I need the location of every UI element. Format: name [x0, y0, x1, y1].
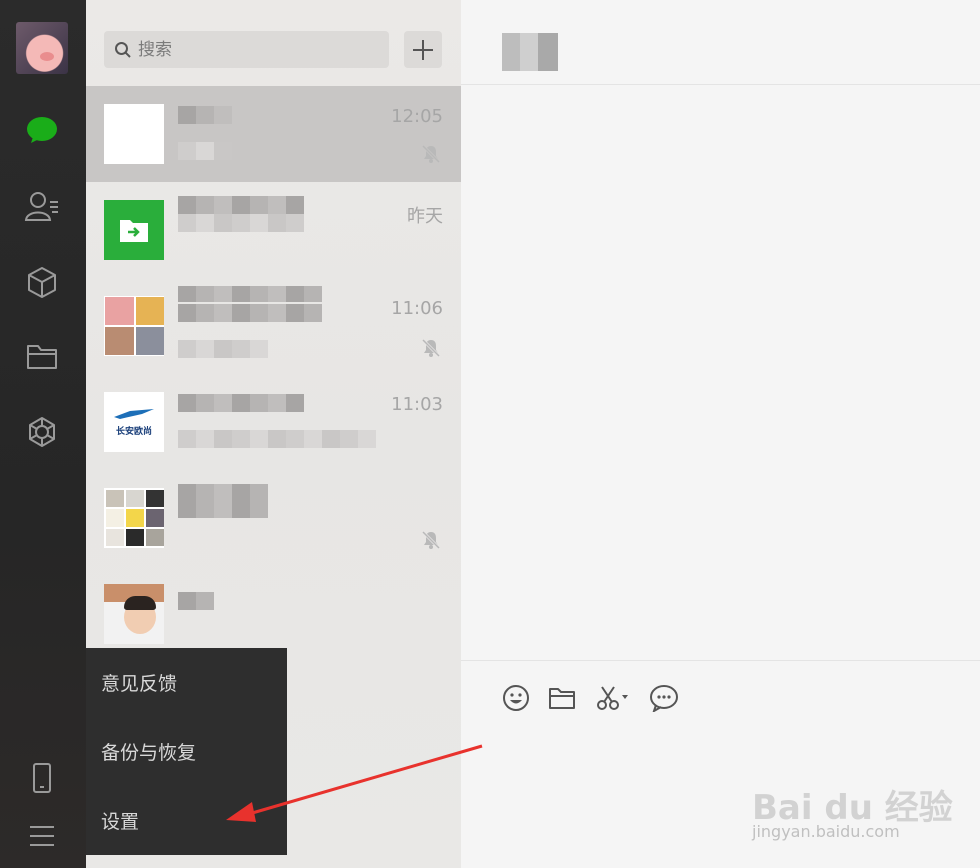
wechat-window: 12:05 昨天 11:06	[0, 0, 980, 868]
chat-header	[461, 0, 980, 85]
mute-bell-icon	[421, 338, 441, 358]
chat-bubble-icon[interactable]	[649, 683, 679, 713]
chat-time: 11:03	[391, 394, 443, 415]
chat-list-item[interactable]: 昨天	[86, 182, 461, 278]
group-avatar	[104, 296, 164, 356]
folder-icon[interactable]	[547, 683, 577, 713]
chat-avatar	[104, 584, 164, 644]
brand-avatar-text: 长安欧尚	[115, 427, 152, 437]
chat-avatar	[104, 104, 164, 164]
chat-preview	[178, 214, 304, 232]
chat-name	[178, 592, 214, 610]
menu-icon[interactable]	[20, 816, 64, 856]
chat-name	[178, 484, 268, 518]
chat-list-item[interactable]	[86, 470, 461, 566]
settings-popup-menu: 意见反馈 备份与恢复 设置	[86, 648, 287, 855]
box-icon[interactable]	[20, 262, 64, 302]
scissors-icon[interactable]	[595, 683, 631, 713]
chat-list-item[interactable]: 长安欧尚 11:03	[86, 374, 461, 470]
mute-bell-icon	[421, 144, 441, 164]
file-transfer-icon	[120, 220, 148, 242]
emoji-icon[interactable]	[501, 683, 531, 713]
file-transfer-avatar	[104, 200, 164, 260]
chat-title	[502, 33, 558, 71]
chat-preview	[178, 430, 376, 448]
car-logo-icon	[114, 409, 154, 419]
folder-icon[interactable]	[20, 336, 64, 376]
chat-name	[178, 106, 232, 124]
moments-icon[interactable]	[20, 412, 64, 452]
chat-time: 11:06	[391, 298, 443, 319]
contacts-icon[interactable]	[20, 186, 64, 226]
chat-preview	[178, 340, 268, 358]
sidebar-nav	[0, 0, 86, 868]
search-input[interactable]	[138, 39, 378, 60]
chat-name-line2	[178, 304, 322, 322]
chat-list-item[interactable]: 12:05	[86, 86, 461, 182]
chat-preview	[178, 142, 232, 160]
baidu-watermark: Bai du 经验 jingyan.baidu.com	[752, 760, 972, 850]
search-icon	[115, 41, 131, 58]
chat-name	[178, 394, 304, 412]
chat-list-item[interactable]: 11:06	[86, 278, 461, 374]
watermark-url: jingyan.baidu.com	[752, 822, 900, 841]
menu-item-feedback[interactable]: 意见反馈	[86, 648, 287, 717]
chat-main-pane	[461, 0, 980, 868]
chat-icon[interactable]	[20, 110, 64, 150]
group-avatar	[104, 488, 164, 548]
menu-item-settings[interactable]: 设置	[86, 786, 287, 855]
chat-time: 12:05	[391, 106, 443, 127]
user-avatar[interactable]	[16, 22, 68, 74]
plus-icon	[413, 39, 433, 60]
add-button[interactable]	[404, 31, 442, 68]
search-box[interactable]	[104, 31, 389, 68]
brand-avatar: 长安欧尚	[104, 392, 164, 452]
phone-icon[interactable]	[20, 758, 64, 798]
mute-bell-icon	[421, 530, 441, 550]
chat-time: 昨天	[407, 206, 443, 227]
menu-item-backup-restore[interactable]: 备份与恢复	[86, 717, 287, 786]
chat-name	[178, 286, 322, 302]
